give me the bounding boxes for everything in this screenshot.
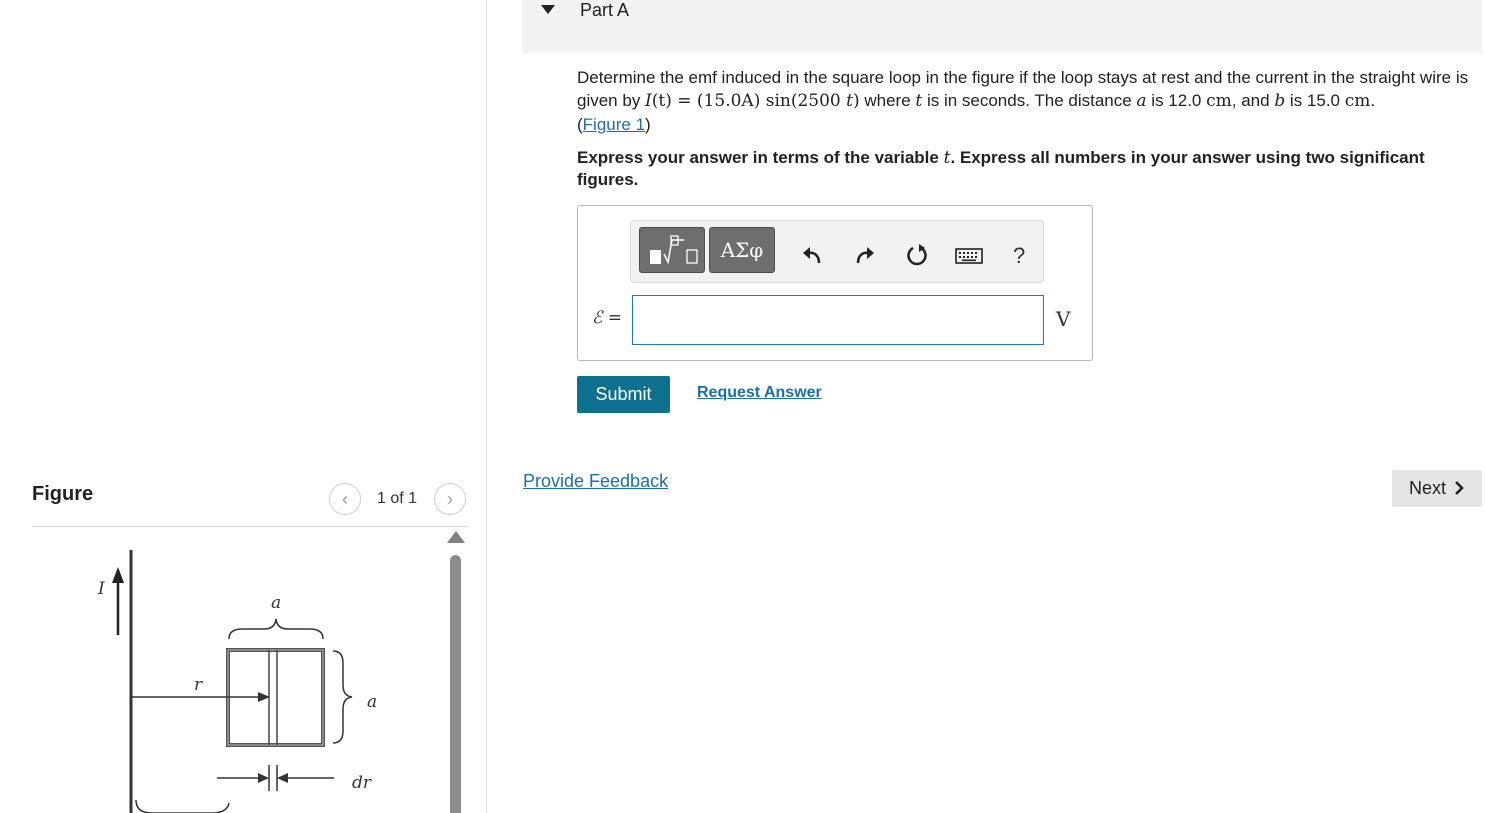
label-dr: dr <box>352 773 372 793</box>
collapse-caret-icon[interactable] <box>541 5 555 14</box>
request-answer-link[interactable]: Request Answer <box>697 384 822 402</box>
part-a-header[interactable] <box>522 0 1482 53</box>
submit-button[interactable]: Submit <box>577 376 670 413</box>
label-current: I <box>97 579 105 599</box>
provide-feedback-link[interactable]: Provide Feedback <box>523 471 668 492</box>
answer-instructions: Express your answer in terms of the vari… <box>577 148 1425 189</box>
figure-diagram: I a a r dr <box>97 550 377 813</box>
panel-divider <box>486 0 487 813</box>
figure-divider <box>32 526 468 527</box>
keyboard-icon[interactable] <box>955 243 983 267</box>
scroll-up-arrow[interactable] <box>447 531 465 543</box>
reset-icon[interactable] <box>905 243 929 267</box>
help-icon[interactable]: ? <box>1013 243 1025 269</box>
undo-icon[interactable] <box>800 243 824 267</box>
figure-scrollbar[interactable] <box>450 555 461 813</box>
label-a-side: a <box>367 692 377 712</box>
pager-count: 1 of 1 <box>377 490 418 507</box>
pager-next-button[interactable]: › <box>434 483 466 515</box>
label-r: r <box>194 675 203 695</box>
greek-symbols-button[interactable]: ΑΣφ <box>709 227 775 273</box>
label-a-top: a <box>271 593 281 613</box>
unit-label: V <box>1056 307 1071 331</box>
figure-panel-title: Figure <box>32 483 94 505</box>
templates-icon <box>650 235 698 265</box>
templates-button[interactable] <box>639 227 705 273</box>
part-a-title: Part A <box>580 0 630 20</box>
emf-label: ℰ = <box>592 308 622 328</box>
next-button[interactable]: Next <box>1392 470 1482 507</box>
redo-icon[interactable] <box>853 243 877 267</box>
figure-link[interactable]: Figure 1 <box>583 115 645 134</box>
next-label: Next <box>1408 478 1446 498</box>
question-text: Determine the emf induced in the square … <box>577 68 1469 134</box>
chevron-right-icon <box>1455 481 1464 495</box>
chevron-left-icon: ‹ <box>342 489 348 509</box>
chevron-right-icon: › <box>447 489 453 509</box>
pager-prev-button[interactable]: ‹ <box>329 483 361 515</box>
answer-input[interactable] <box>632 295 1044 345</box>
